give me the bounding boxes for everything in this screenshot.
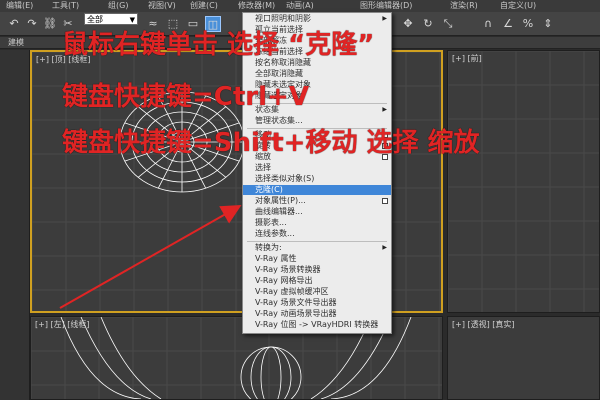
- scale-icon[interactable]: ⤡: [440, 16, 456, 32]
- viewport-front-label[interactable]: [+] [前]: [452, 53, 482, 64]
- viewport-front[interactable]: [+] [前]: [447, 50, 600, 313]
- menu-bar: 编辑(E) 工具(T) 组(G) 视图(V) 创建(C) 修改器(M) 动画(A) 图形编辑器…: [0, 0, 600, 12]
- context-menu-item-label: 连线参数...: [255, 229, 295, 238]
- context-menu-item-label: V-Ray 动画场景导出器: [255, 309, 337, 318]
- menu-item[interactable]: 创建(C): [190, 0, 218, 12]
- context-menu-item-label: V-Ray 虚拟帧缓冲区: [255, 287, 329, 296]
- context-menu-item[interactable]: 选择类似对象(S): [243, 174, 391, 184]
- menu-item[interactable]: 图形编辑器(D): [360, 0, 412, 12]
- context-menu-item[interactable]: 选择: [243, 163, 391, 173]
- angle-snap-icon[interactable]: ∠: [500, 16, 516, 32]
- annotation-line-3: 键盘快捷键=Shift+移动 选择 缩放: [62, 128, 480, 158]
- left-strip: [0, 50, 30, 400]
- context-menu-item[interactable]: 摄影表...: [243, 218, 391, 228]
- menu-item[interactable]: 渲染(R): [450, 0, 478, 12]
- context-menu-item-label: 选择: [255, 163, 271, 172]
- context-menu-item-label: V-Ray 场景转换器: [255, 265, 321, 274]
- snap-icon[interactable]: ∩: [480, 16, 496, 32]
- submenu-arrow-icon: ▶: [382, 244, 387, 251]
- spinner-snap-icon[interactable]: ⇕: [540, 16, 556, 32]
- context-menu-item-label: V-Ray 网格导出: [255, 276, 313, 285]
- context-menu-item[interactable]: 视口照明和阴影 ▶: [243, 14, 391, 24]
- menu-item[interactable]: 动画(A): [286, 0, 314, 12]
- menu-item[interactable]: 视图(V): [148, 0, 176, 12]
- context-menu-item-label: V-Ray 属性: [255, 254, 297, 263]
- context-menu-item-label: 曲线编辑器...: [255, 207, 303, 216]
- context-menu-item[interactable]: 克隆(C): [243, 185, 391, 195]
- context-menu-item[interactable]: 转换为: ▶: [243, 243, 391, 253]
- context-menu-item[interactable]: V-Ray 网格导出: [243, 276, 391, 286]
- context-menu-item[interactable]: 对象属性(P)...: [243, 196, 391, 206]
- viewport-perspective-label[interactable]: [+] [透视] [真实]: [452, 319, 515, 330]
- menu-item[interactable]: 修改器(M): [238, 0, 275, 12]
- submenu-arrow-icon: ▶: [382, 15, 387, 22]
- percent-snap-icon[interactable]: %: [520, 16, 536, 32]
- settings-box-icon[interactable]: [382, 198, 388, 204]
- menu-item[interactable]: 组(G): [108, 0, 128, 12]
- context-menu-item-label: V-Ray 场景文件导出器: [255, 298, 337, 307]
- context-menu-item[interactable]: V-Ray 场景文件导出器: [243, 298, 391, 308]
- context-menu-item[interactable]: V-Ray 动画场景导出器: [243, 309, 391, 319]
- context-menu-item-label: 摄影表...: [255, 218, 287, 227]
- annotation-line-2: 键盘快捷键=Ctrl+V: [62, 82, 309, 112]
- selection-filter-value: 全部: [87, 15, 103, 24]
- undo-icon[interactable]: ↶: [6, 16, 22, 32]
- redo-icon[interactable]: ↷: [24, 16, 40, 32]
- ribbon-tab-modeling[interactable]: 建模: [8, 37, 24, 49]
- viewport-front-grid: [448, 51, 599, 312]
- menu-item[interactable]: 工具(T): [52, 0, 79, 12]
- menu-separator: [247, 241, 387, 242]
- context-menu-item[interactable]: V-Ray 虚拟帧缓冲区: [243, 287, 391, 297]
- context-menu-item[interactable]: V-Ray 场景转换器: [243, 265, 391, 275]
- annotation-line-1: 鼠标右键单击 选择 “克隆”: [62, 30, 375, 60]
- viewport-left-label[interactable]: [+] [左] [线框]: [35, 319, 90, 330]
- viewport-perspective[interactable]: [+] [透视] [真实]: [447, 316, 600, 400]
- context-menu-item[interactable]: V-Ray 位图 -> VRayHDRI 转换器: [243, 320, 391, 330]
- context-menu-item-label: 转换为:: [255, 243, 282, 252]
- context-menu-item-label: 克隆(C): [255, 185, 283, 194]
- context-menu-item-label: 选择类似对象(S): [255, 174, 315, 183]
- context-menu-item[interactable]: V-Ray 属性: [243, 254, 391, 264]
- context-menu-item-label: V-Ray 位图 -> VRayHDRI 转换器: [255, 320, 379, 329]
- context-menu-item-label: 对象属性(P)...: [255, 196, 306, 205]
- submenu-arrow-icon: ▶: [382, 106, 387, 113]
- context-menu-item[interactable]: 曲线编辑器...: [243, 207, 391, 217]
- rotate-icon[interactable]: ↻: [420, 16, 436, 32]
- menu-item[interactable]: 自定义(U): [500, 0, 536, 12]
- move-icon[interactable]: ✥: [400, 16, 416, 32]
- context-menu-item-label: 视口照明和阴影: [255, 14, 311, 23]
- link-icon[interactable]: ⛓: [42, 16, 58, 32]
- context-menu-item[interactable]: 连线参数...: [243, 229, 391, 239]
- menu-item[interactable]: 编辑(E): [6, 0, 33, 12]
